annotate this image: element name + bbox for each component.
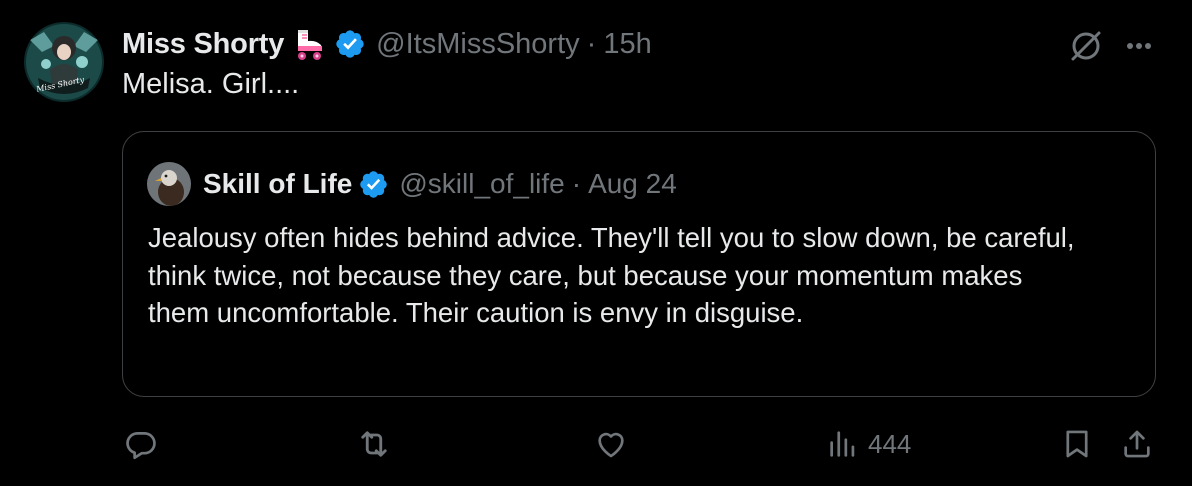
quoted-author-display-name[interactable]: Skill of Life <box>203 168 352 200</box>
header-separator: · <box>586 27 597 60</box>
views-count: 444 <box>868 428 912 459</box>
quoted-post-text: Jealousy often hides behind advice. They… <box>148 222 1075 328</box>
quoted-header-separator: · <box>571 168 582 199</box>
quoted-post[interactable]: Skill of Life @skill_of_life · Aug 24 Je… <box>122 131 1156 397</box>
verified-badge-icon[interactable] <box>334 28 366 60</box>
reply-icon <box>124 427 158 461</box>
quoted-post-header: Skill of Life @skill_of_life · Aug 24 <box>203 162 677 206</box>
post-time[interactable]: 15h <box>603 28 651 61</box>
repost-button[interactable] <box>356 426 392 462</box>
views-icon <box>826 427 860 461</box>
action-bar: 444 <box>0 420 1192 470</box>
post-text: Melisa. Girl.... <box>122 68 300 100</box>
heart-icon <box>594 427 628 461</box>
grok-icon[interactable] <box>1066 26 1106 66</box>
author-avatar[interactable]: Miss Shorty <box>24 22 104 102</box>
roller-skate-icon <box>292 26 328 62</box>
quoted-author-avatar[interactable] <box>147 162 191 206</box>
repost-icon <box>356 426 392 462</box>
verified-badge-icon[interactable] <box>358 169 389 200</box>
post-header: Miss Shorty @ItsMissShorty · 15h <box>122 22 652 66</box>
more-icon[interactable] <box>1118 26 1160 66</box>
share-icon <box>1120 427 1154 461</box>
author-handle[interactable]: @ItsMissShorty <box>376 28 579 61</box>
bookmark-icon <box>1060 427 1094 461</box>
views-button[interactable]: 444 <box>826 426 911 462</box>
bookmark-button[interactable] <box>1060 426 1094 462</box>
author-display-name[interactable]: Miss Shorty <box>122 28 284 61</box>
quoted-post-date[interactable]: Aug 24 <box>588 168 677 200</box>
reply-button[interactable] <box>124 426 158 462</box>
like-button[interactable] <box>594 426 628 462</box>
tweet[interactable]: Miss Shorty Miss Shorty @ItsMissShorty · <box>0 0 1192 486</box>
share-button[interactable] <box>1120 426 1154 462</box>
quoted-author-handle[interactable]: @skill_of_life <box>399 168 564 200</box>
